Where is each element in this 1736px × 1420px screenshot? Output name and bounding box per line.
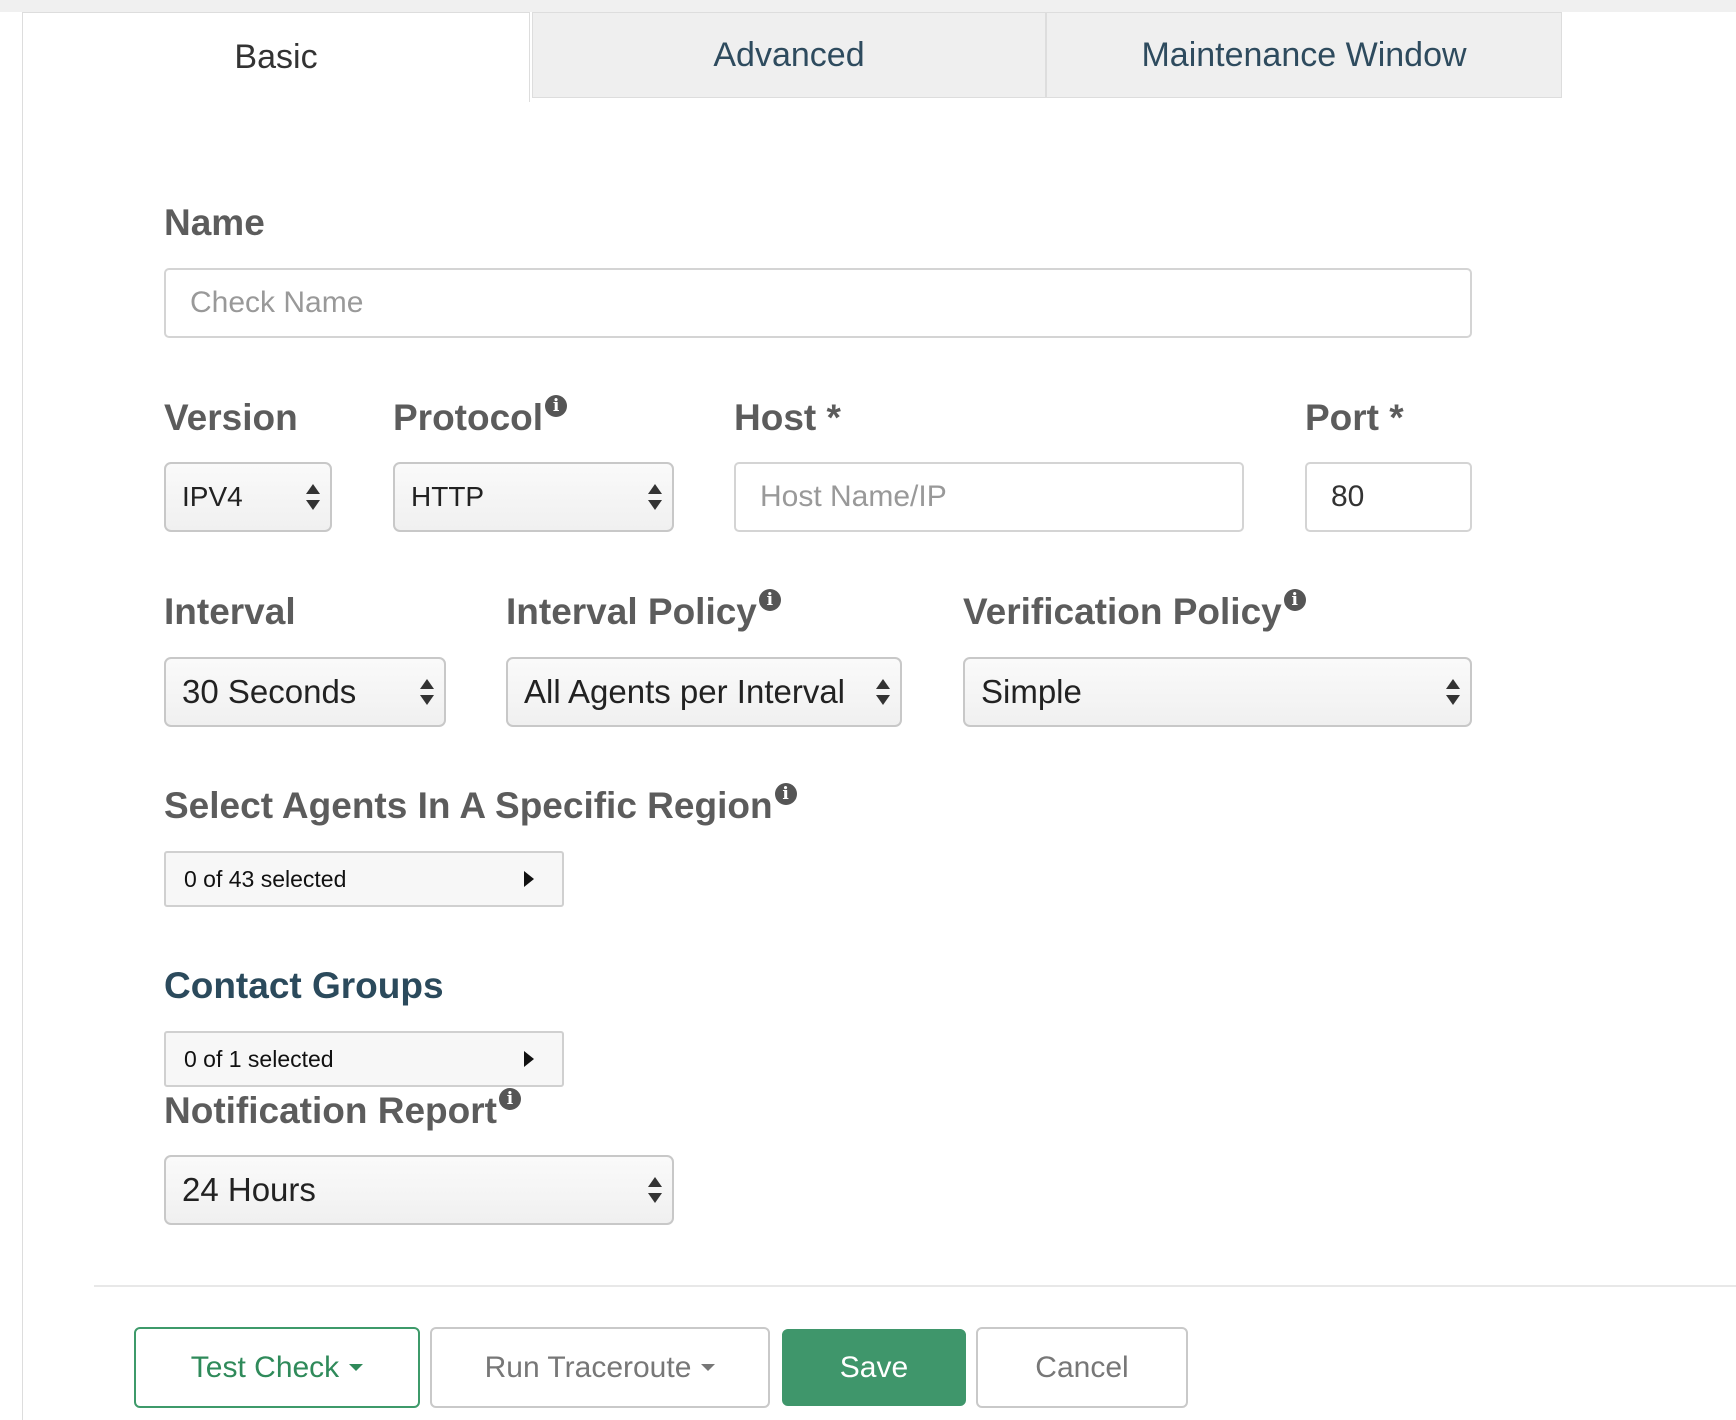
interval-label: Interval bbox=[164, 591, 296, 632]
name-input[interactable]: Check Name bbox=[164, 268, 1472, 338]
interval-policy-label: Interval Policy i bbox=[506, 589, 781, 633]
notification-report-label: Notification Report i bbox=[164, 1088, 521, 1132]
verification-policy-select[interactable]: Simple bbox=[963, 657, 1472, 727]
name-label: Name bbox=[164, 202, 265, 243]
protocol-info-icon[interactable]: i bbox=[545, 395, 568, 417]
port-value: 80 bbox=[1331, 480, 1365, 513]
interval-select-value: 30 Seconds bbox=[182, 673, 357, 710]
cancel-label: Cancel bbox=[1035, 1350, 1129, 1384]
verification-policy-select-value: Simple bbox=[981, 673, 1082, 710]
port-label: Port * bbox=[1305, 397, 1404, 438]
version-select[interactable]: IPV4 bbox=[164, 462, 332, 532]
caret-down-icon bbox=[349, 1364, 364, 1371]
verification-policy-info-icon[interactable]: i bbox=[1283, 589, 1306, 611]
tab-bar: Basic Advanced Maintenance Window bbox=[22, 12, 1736, 102]
save-button[interactable]: Save bbox=[782, 1329, 966, 1406]
tab-advanced[interactable]: Advanced bbox=[532, 12, 1046, 98]
save-label: Save bbox=[839, 1350, 909, 1384]
host-input[interactable]: Host Name/IP bbox=[734, 462, 1244, 532]
tab-maintenance-window[interactable]: Maintenance Window bbox=[1046, 12, 1562, 98]
cancel-button[interactable]: Cancel bbox=[976, 1327, 1188, 1408]
contact-groups-label: Contact Groups bbox=[164, 965, 444, 1006]
interval-policy-info-icon[interactable]: i bbox=[758, 589, 781, 611]
interval-policy-select-value: All Agents per Interval bbox=[524, 673, 846, 710]
select-arrows-icon bbox=[306, 484, 320, 510]
run-traceroute-button[interactable]: Run Traceroute bbox=[430, 1327, 770, 1408]
contact-groups-multiselect[interactable]: 0 of 1 selected bbox=[164, 1031, 564, 1087]
caret-down-icon bbox=[701, 1364, 716, 1371]
tab-maintenance-window-label: Maintenance Window bbox=[1141, 35, 1467, 74]
region-multiselect-value: 0 of 43 selected bbox=[184, 865, 347, 892]
protocol-select-value: HTTP bbox=[411, 481, 485, 512]
select-arrows-icon bbox=[1446, 679, 1460, 705]
footer-divider bbox=[94, 1285, 1736, 1287]
host-label: Host * bbox=[734, 397, 841, 438]
region-label-text: Select Agents In A Specific Region bbox=[164, 785, 773, 826]
test-check-label: Test Check bbox=[190, 1350, 340, 1384]
region-label: Select Agents In A Specific Region i bbox=[164, 783, 797, 827]
notification-report-label-text: Notification Report bbox=[164, 1090, 497, 1131]
run-traceroute-label: Run Traceroute bbox=[484, 1350, 692, 1384]
tab-basic[interactable]: Basic bbox=[22, 12, 530, 102]
protocol-label-text: Protocol bbox=[393, 397, 544, 438]
contact-groups-multiselect-value: 0 of 1 selected bbox=[184, 1045, 334, 1072]
top-edge bbox=[0, 0, 1736, 12]
port-input[interactable]: 80 bbox=[1305, 462, 1472, 532]
region-info-icon[interactable]: i bbox=[774, 783, 797, 805]
select-arrows-icon bbox=[648, 484, 662, 510]
caret-right-icon bbox=[524, 871, 534, 887]
select-arrows-icon bbox=[648, 1177, 662, 1203]
protocol-label: Protocol i bbox=[393, 395, 568, 439]
notification-report-select-value: 24 Hours bbox=[182, 1171, 316, 1208]
tab-basic-label: Basic bbox=[234, 38, 318, 76]
interval-select[interactable]: 30 Seconds bbox=[164, 657, 446, 727]
version-select-value: IPV4 bbox=[182, 481, 243, 512]
region-multiselect[interactable]: 0 of 43 selected bbox=[164, 851, 564, 907]
verification-policy-label: Verification Policy i bbox=[963, 589, 1306, 633]
interval-policy-label-text: Interval Policy bbox=[506, 591, 757, 632]
tab-advanced-label: Advanced bbox=[713, 35, 865, 74]
panel-left-border bbox=[22, 100, 23, 1420]
version-label: Version bbox=[164, 397, 298, 438]
notification-report-info-icon[interactable]: i bbox=[498, 1088, 521, 1110]
name-placeholder: Check Name bbox=[190, 286, 364, 319]
notification-report-select[interactable]: 24 Hours bbox=[164, 1155, 674, 1225]
test-check-button[interactable]: Test Check bbox=[134, 1327, 420, 1408]
select-arrows-icon bbox=[876, 679, 890, 705]
host-placeholder: Host Name/IP bbox=[760, 480, 947, 513]
protocol-select[interactable]: HTTP bbox=[393, 462, 674, 532]
caret-right-icon bbox=[524, 1051, 534, 1067]
interval-policy-select[interactable]: All Agents per Interval bbox=[506, 657, 902, 727]
verification-policy-label-text: Verification Policy bbox=[963, 591, 1282, 632]
select-arrows-icon bbox=[420, 679, 434, 705]
